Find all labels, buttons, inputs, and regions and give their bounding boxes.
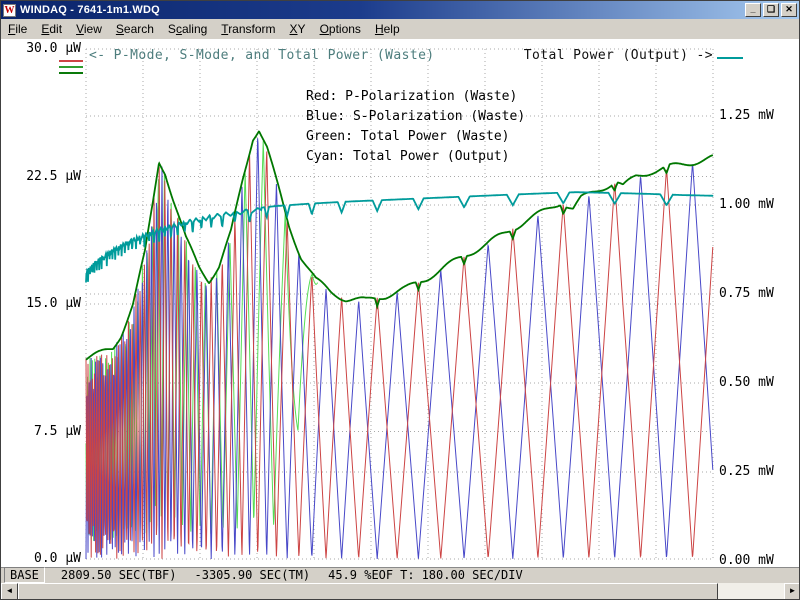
legend-line: Green: Total Power (Waste) bbox=[306, 129, 510, 144]
base-mode-indicator[interactable]: BASE bbox=[4, 567, 45, 583]
right-axis-label: 1.00 mW bbox=[719, 197, 774, 212]
plot-title-left: <- P-Mode, S-Mode, and Total Power (Wast… bbox=[89, 48, 435, 63]
chart-area: <- P-Mode, S-Mode, and Total Power (Wast… bbox=[1, 39, 800, 567]
status-bar: BASE 2809.50 SEC(TBF) -3305.90 SEC(TM) 4… bbox=[1, 567, 800, 582]
menu-bar: FileEditViewSearchScalingTransformXYOpti… bbox=[1, 19, 799, 39]
scroll-left-icon[interactable]: ◄ bbox=[1, 583, 18, 600]
window-title: WINDAQ - 7641-1m1.WDQ bbox=[20, 4, 743, 16]
status-sec-per-div: 180.00 SEC/DIV bbox=[422, 568, 523, 582]
left-axis-label: 0.0 μW bbox=[34, 551, 81, 566]
left-axis-label: 30.0 μW bbox=[26, 41, 81, 56]
right-axis-label: 0.75 mW bbox=[719, 286, 774, 301]
menu-item-help[interactable]: Help bbox=[368, 19, 407, 39]
status-tm: -3305.90 SEC(TM) bbox=[195, 568, 311, 582]
menu-item-xy[interactable]: XY bbox=[283, 19, 313, 39]
menu-item-search[interactable]: Search bbox=[109, 19, 161, 39]
status-t-label: T: bbox=[400, 568, 414, 582]
menu-item-view[interactable]: View bbox=[69, 19, 109, 39]
scrollbar-thumb[interactable] bbox=[18, 583, 718, 600]
scroll-right-icon[interactable]: ► bbox=[784, 583, 800, 600]
horizontal-scrollbar[interactable]: ◄ ► bbox=[1, 583, 800, 600]
menu-item-edit[interactable]: Edit bbox=[34, 19, 69, 39]
maximize-button[interactable]: ❏ bbox=[763, 3, 779, 17]
minimize-button[interactable]: _ bbox=[745, 3, 761, 17]
legend-line: Blue: S-Polarization (Waste) bbox=[306, 109, 525, 124]
status-tbf: 2809.50 SEC(TBF) bbox=[61, 568, 177, 582]
plot-title-right: Total Power (Output) -> bbox=[524, 48, 713, 63]
left-axis-label: 7.5 μW bbox=[34, 424, 81, 439]
right-axis-label: 1.25 mW bbox=[719, 108, 774, 123]
close-button[interactable]: ✕ bbox=[781, 3, 797, 17]
app-window: W WINDAQ - 7641-1m1.WDQ _ ❏ ✕ FileEditVi… bbox=[0, 0, 800, 600]
right-axis-label: 0.25 mW bbox=[719, 464, 774, 479]
legend-line: Cyan: Total Power (Output) bbox=[306, 149, 510, 164]
left-axis-label: 22.5 μW bbox=[26, 169, 81, 184]
status-eof: 45.9 %EOF bbox=[328, 568, 393, 582]
menu-item-scaling[interactable]: Scaling bbox=[161, 19, 214, 39]
right-axis-label: 0.50 mW bbox=[719, 375, 774, 390]
legend-line: Red: P-Polarization (Waste) bbox=[306, 89, 517, 104]
title-bar: W WINDAQ - 7641-1m1.WDQ _ ❏ ✕ bbox=[1, 1, 799, 19]
menu-item-transform[interactable]: Transform bbox=[214, 19, 282, 39]
right-axis-label: 0.00 mW bbox=[719, 553, 774, 567]
left-axis-label: 15.0 μW bbox=[26, 296, 81, 311]
menu-item-options[interactable]: Options bbox=[313, 19, 368, 39]
app-icon: W bbox=[3, 4, 16, 17]
menu-item-file[interactable]: File bbox=[1, 19, 34, 39]
